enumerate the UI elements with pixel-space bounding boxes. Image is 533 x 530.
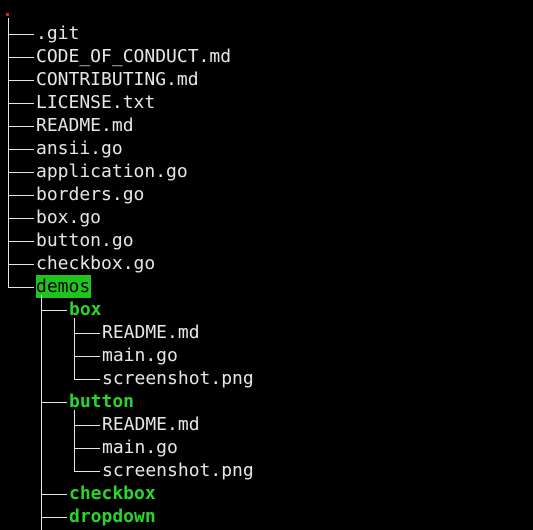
- tree-branch-connector: [41, 402, 67, 403]
- tree-branch-connector: [74, 471, 100, 472]
- tree-branch-connector: [74, 333, 100, 334]
- tree-branch-connector: [41, 517, 67, 518]
- tree-folder-item[interactable]: checkbox: [69, 482, 156, 505]
- tree-branch-connector: [8, 218, 34, 219]
- tree-branch-connector: [41, 310, 67, 311]
- tree-trunk-line: [74, 410, 75, 472]
- tree-file-item[interactable]: CODE_OF_CONDUCT.md: [36, 45, 231, 68]
- tree-branch-connector: [8, 126, 34, 127]
- tree-file-item[interactable]: LICENSE.txt: [36, 91, 155, 114]
- tree-branch-connector: [74, 448, 100, 449]
- tree-trunk-line: [41, 295, 42, 530]
- tree-file-item[interactable]: borders.go: [36, 183, 144, 206]
- tree-branch-connector: [41, 494, 67, 495]
- tree-file-item[interactable]: README.md: [102, 413, 200, 436]
- tree-trunk-line: [74, 318, 75, 380]
- tree-branch-connector: [8, 241, 34, 242]
- tree-file-item[interactable]: ansii.go: [36, 137, 123, 160]
- tree-branch-connector: [74, 379, 100, 380]
- tree-file-item[interactable]: button.go: [36, 229, 134, 252]
- tree-root-trunk-line: [8, 18, 9, 288]
- tree-branch-connector: [8, 80, 34, 81]
- tree-branch-connector: [8, 264, 34, 265]
- tree-branch-connector: [8, 172, 34, 173]
- tree-file-item[interactable]: screenshot.png: [102, 459, 254, 482]
- tree-branch-connector: [8, 57, 34, 58]
- tree-file-item[interactable]: CONTRIBUTING.md: [36, 68, 199, 91]
- tree-file-item[interactable]: main.go: [102, 344, 178, 367]
- tree-file-item[interactable]: .git: [36, 22, 79, 45]
- tree-branch-connector: [8, 149, 34, 150]
- tree-branch-connector: [8, 34, 34, 35]
- tree-branch-connector: [74, 356, 100, 357]
- tree-file-item[interactable]: README.md: [36, 114, 134, 137]
- tree-file-item[interactable]: application.go: [36, 160, 188, 183]
- tree-branch-connector: [8, 287, 34, 288]
- tree-view[interactable]: .git CODE_OF_CONDUCT.md CONTRIBUTING.md LIC…: [0, 0, 533, 530]
- tree-folder-item[interactable]: dropdown: [69, 505, 156, 528]
- tree-folder-item[interactable]: demos: [36, 275, 92, 298]
- tree-file-item[interactable]: README.md: [102, 321, 200, 344]
- tree-branch-connector: [8, 195, 34, 196]
- tree-branch-connector: [8, 103, 34, 104]
- tree-branch-connector: [74, 425, 100, 426]
- tree-file-item[interactable]: box.go: [36, 206, 101, 229]
- root-node-marker-icon: [6, 13, 9, 16]
- tree-folder-item[interactable]: button: [69, 390, 134, 413]
- tree-file-item[interactable]: main.go: [102, 436, 178, 459]
- tree-file-item[interactable]: checkbox.go: [36, 252, 155, 275]
- tree-file-item[interactable]: screenshot.png: [102, 367, 254, 390]
